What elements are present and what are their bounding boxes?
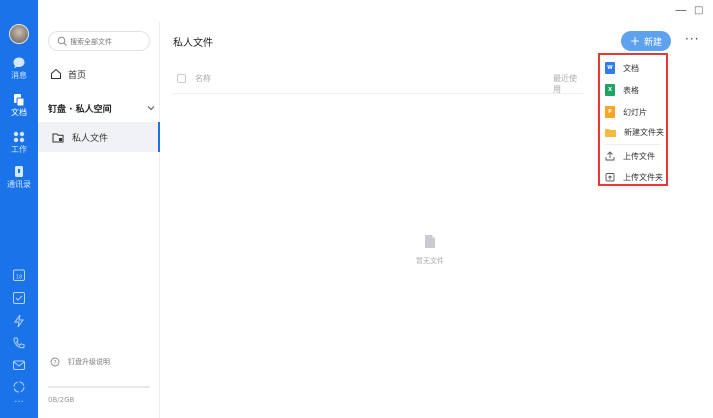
menu-item-new-folder-label: 新建文件夹 bbox=[624, 127, 664, 137]
menu-item-upload-file-label: 上传文件 bbox=[623, 151, 655, 161]
nav-private-label: 私人文件 bbox=[72, 133, 109, 144]
rail-label-docs: 文档 bbox=[11, 108, 27, 117]
folder-icon bbox=[605, 128, 616, 137]
mail-icon[interactable] bbox=[12, 358, 26, 372]
empty-state: 暂无文件 bbox=[400, 234, 460, 266]
rail-label-messages: 消息 bbox=[11, 71, 27, 80]
private-folder-icon bbox=[52, 133, 64, 142]
calendar-day: 18 bbox=[16, 275, 22, 281]
rail-item-work[interactable]: 工作 bbox=[0, 130, 38, 155]
column-recent-header[interactable]: 最近使用 bbox=[553, 73, 583, 95]
nav-column: 首页 钉盘 · 私人空间 私人文件 ? 钉盘升级说明 0B/2GB bbox=[38, 22, 160, 418]
page-title: 私人文件 bbox=[173, 38, 213, 49]
chevron-down-icon bbox=[147, 106, 155, 111]
empty-file-icon bbox=[425, 235, 435, 248]
avatar[interactable] bbox=[9, 24, 29, 44]
upload-folder-icon bbox=[605, 173, 615, 182]
grid-icon bbox=[13, 131, 25, 143]
maximize-button[interactable]: □ bbox=[694, 4, 703, 18]
search-icon bbox=[57, 36, 67, 46]
window-titlebar: — □ × bbox=[38, 0, 713, 22]
calendar-icon[interactable]: 18 bbox=[12, 268, 26, 282]
phone-icon[interactable] bbox=[12, 336, 26, 350]
select-all-checkbox[interactable] bbox=[177, 74, 186, 83]
menu-item-slides-label: 幻灯片 bbox=[623, 107, 647, 117]
rail-item-docs[interactable]: 文档 bbox=[0, 93, 38, 118]
nav-section-header[interactable]: 钉盘 · 私人空间 bbox=[48, 102, 156, 116]
file-table-header: 名称 最近使用 bbox=[173, 70, 583, 94]
slides-file-icon: P bbox=[605, 106, 615, 118]
lightning-icon[interactable] bbox=[12, 314, 26, 328]
new-dropdown-menu: W 文档 X 表格 P 幻灯片 新建文件夹 上传文件 上传文件夹 bbox=[598, 53, 668, 186]
rail-label-contacts: 通讯录 bbox=[7, 180, 31, 189]
more-options-button[interactable]: ··· bbox=[685, 32, 699, 46]
search-input[interactable] bbox=[70, 35, 146, 48]
document-icon bbox=[14, 94, 25, 107]
sheet-file-icon: X bbox=[605, 84, 615, 96]
rail-item-messages[interactable]: 消息 bbox=[0, 56, 38, 81]
todo-check-icon[interactable] bbox=[12, 291, 26, 305]
menu-item-upload-file[interactable]: 上传文件 bbox=[600, 145, 666, 167]
contacts-icon bbox=[15, 166, 23, 177]
upgrade-help-link[interactable]: ? 钉盘升级说明 bbox=[50, 357, 110, 367]
rail-label-work: 工作 bbox=[11, 145, 27, 154]
new-button[interactable]: + 新建 bbox=[621, 31, 671, 51]
more-dots-icon[interactable]: ··· bbox=[0, 398, 38, 408]
nav-item-home[interactable]: 首页 bbox=[50, 66, 86, 82]
rail-item-contacts[interactable]: 通讯录 bbox=[0, 165, 38, 190]
doc-file-icon: W bbox=[605, 62, 615, 74]
left-rail: 消息 文档 工作 通讯录 18 ··· bbox=[0, 0, 38, 418]
menu-item-upload-folder[interactable]: 上传文件夹 bbox=[600, 166, 666, 188]
minimize-button[interactable]: — bbox=[675, 3, 687, 17]
upload-file-icon bbox=[605, 151, 615, 161]
chat-bubble-icon bbox=[13, 57, 25, 69]
empty-state-text: 暂无文件 bbox=[416, 257, 444, 265]
storage-quota-text: 0B/2GB bbox=[48, 396, 75, 404]
menu-item-doc-label: 文档 bbox=[623, 63, 639, 73]
storage-quota-bar bbox=[48, 386, 150, 388]
column-name-header[interactable]: 名称 bbox=[195, 73, 211, 84]
help-circle-icon: ? bbox=[50, 357, 60, 367]
menu-item-sheet-label: 表格 bbox=[623, 85, 639, 95]
menu-item-slides[interactable]: P 幻灯片 bbox=[600, 101, 666, 123]
menu-item-upload-folder-label: 上传文件夹 bbox=[623, 172, 663, 182]
nav-section-label: 钉盘 · 私人空间 bbox=[48, 105, 112, 115]
svg-text:?: ? bbox=[53, 359, 56, 366]
upgrade-help-label: 钉盘升级说明 bbox=[68, 358, 110, 366]
new-button-label: 新建 bbox=[644, 37, 663, 48]
nav-home-label: 首页 bbox=[68, 70, 87, 81]
recycle-icon[interactable] bbox=[12, 380, 26, 394]
home-icon bbox=[51, 68, 61, 79]
search-box[interactable] bbox=[48, 31, 150, 51]
menu-item-new-folder[interactable]: 新建文件夹 bbox=[600, 121, 666, 143]
nav-item-private-files[interactable]: 私人文件 bbox=[38, 122, 160, 152]
menu-item-doc[interactable]: W 文档 bbox=[600, 57, 666, 79]
plus-icon: + bbox=[629, 34, 641, 48]
menu-item-sheet[interactable]: X 表格 bbox=[600, 79, 666, 101]
